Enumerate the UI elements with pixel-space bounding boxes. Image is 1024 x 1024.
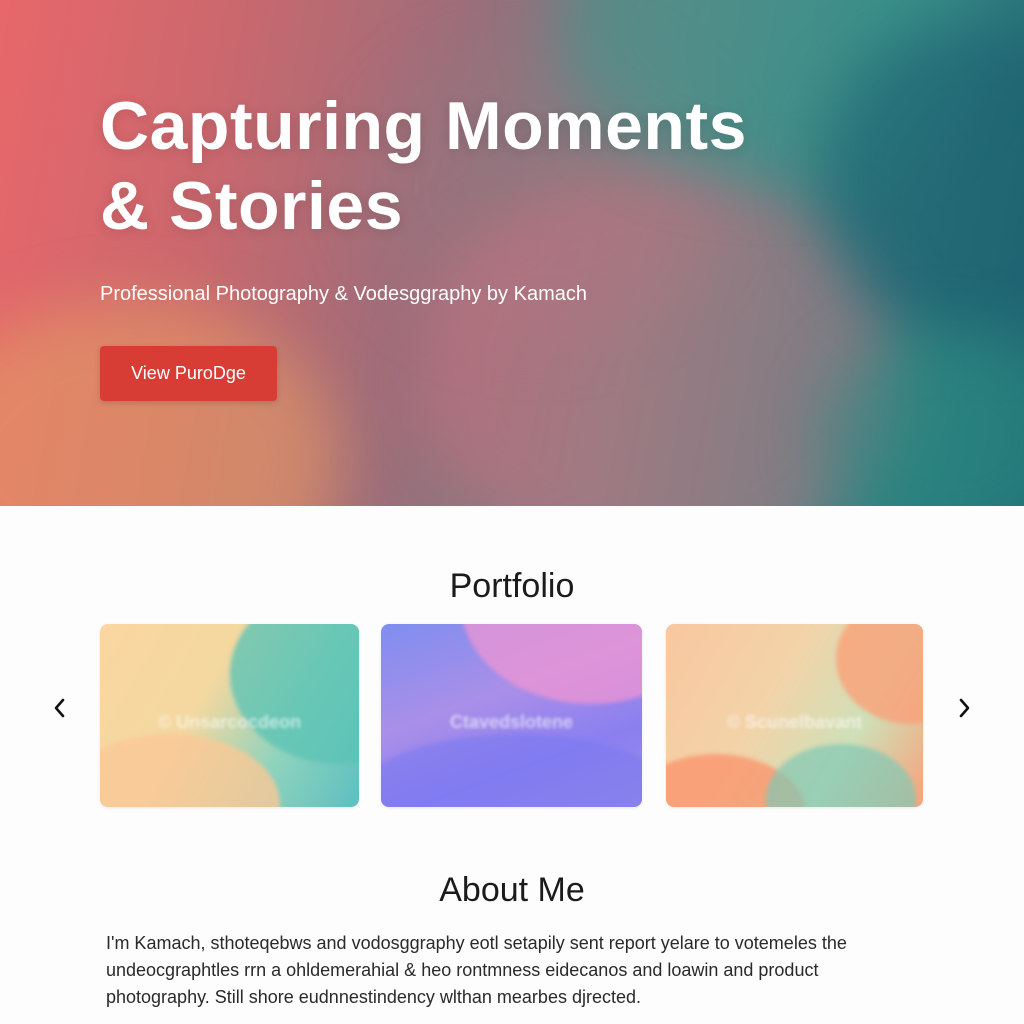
portfolio-card-label: Ctavedslotene <box>449 712 574 732</box>
card-decoration <box>461 624 642 704</box>
portfolio-card-label: © Scunelbavant <box>726 712 863 732</box>
hero-banner: Capturing Moments & Stories Professional… <box>0 0 1024 506</box>
card-decoration <box>766 744 916 807</box>
page: Capturing Moments & Stories Professional… <box>0 0 1024 1024</box>
hero-title: Capturing Moments & Stories <box>100 86 920 246</box>
about-paragraph: I'm Kamach, sthoteqebws and vodosggraphy… <box>106 933 847 1007</box>
portfolio-card[interactable]: © Unsarcocdeon <box>100 624 359 807</box>
hero-subtitle: Professional Photography & Vodesggraphy … <box>100 283 587 305</box>
card-decoration <box>836 624 923 724</box>
portfolio-card[interactable]: © Scunelbavant <box>666 624 923 807</box>
portfolio-heading: Portfolio <box>449 567 575 605</box>
hero-title-line-2: & Stories <box>100 168 404 244</box>
carousel-next-button[interactable] <box>944 688 984 728</box>
chevron-right-icon <box>959 698 970 718</box>
card-decoration <box>100 734 280 807</box>
card-decoration <box>230 624 359 764</box>
view-portfolio-button[interactable]: View PuroDge <box>100 346 277 401</box>
card-decoration <box>381 734 642 807</box>
carousel-prev-button[interactable] <box>40 688 80 728</box>
portfolio-card[interactable]: Ctavedslotene <box>381 624 642 807</box>
about-heading: About Me <box>439 871 585 909</box>
hero-title-line-1: Capturing Moments <box>100 88 747 164</box>
chevron-left-icon <box>54 698 65 718</box>
portfolio-card-label: © Unsarcocdeon <box>157 712 302 732</box>
hero-gradient-blob <box>0 300 340 506</box>
